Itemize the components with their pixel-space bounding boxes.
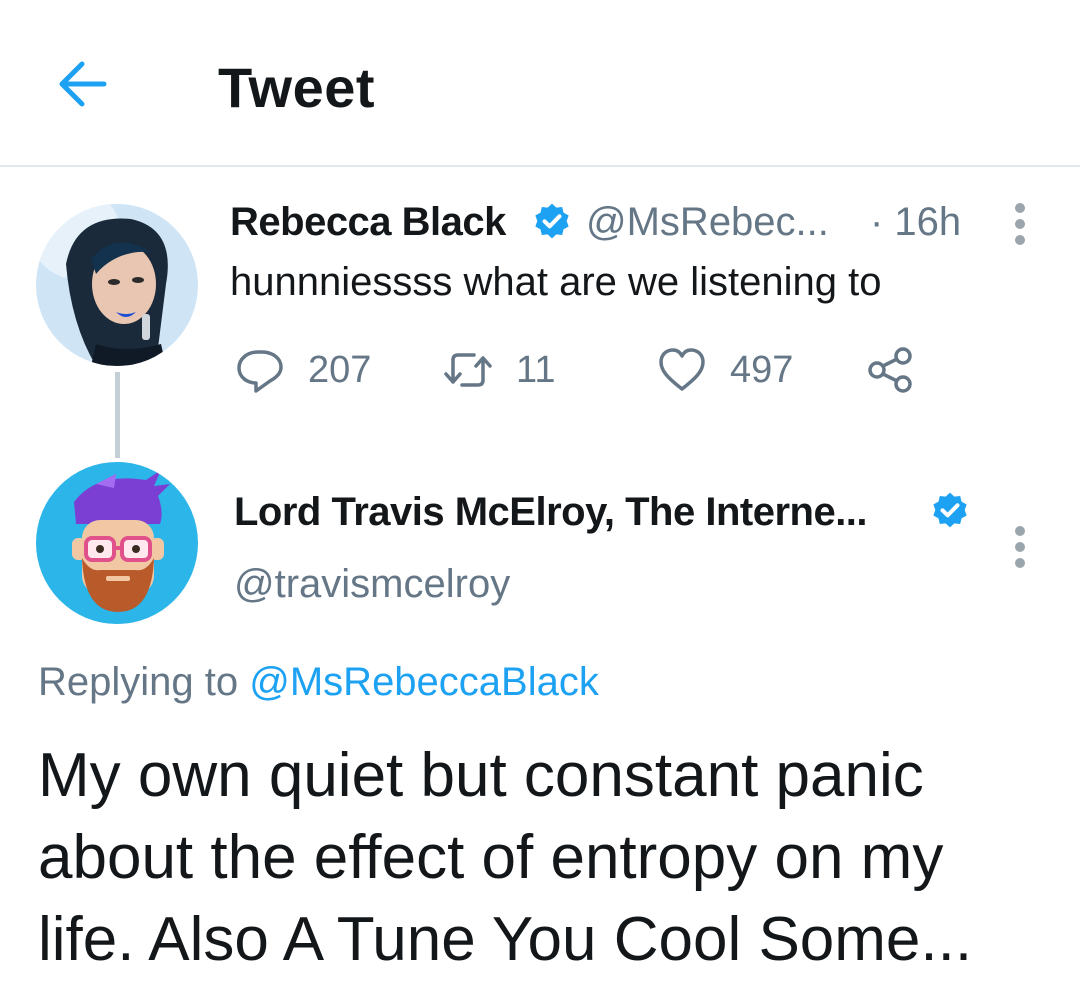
heart-icon — [659, 348, 705, 391]
reply-icon — [237, 350, 283, 393]
verified-badge-icon — [933, 492, 967, 528]
reply-tweet-text: My own quiet but constant panic about th… — [38, 741, 973, 974]
reply-count: 207 — [308, 348, 372, 391]
reply-author-name[interactable]: Lord Travis McElroy, The Interne... — [234, 490, 868, 535]
more-dots-icon — [1015, 203, 1025, 213]
more-dots-icon — [1015, 526, 1025, 536]
author-name[interactable]: Rebecca Black — [230, 200, 506, 245]
thread-connector-line — [115, 372, 120, 458]
replying-to-line: Replying to @MsRebeccaBlack — [38, 660, 599, 705]
tweet-timestamp[interactable]: · 16h — [870, 200, 961, 245]
replying-to-label: Replying to — [38, 660, 239, 704]
arrow-left-icon — [59, 61, 107, 107]
avatar-travis-mcelroy[interactable] — [36, 462, 198, 624]
retweet-icon — [444, 353, 492, 387]
reply-more-options-button[interactable] — [1010, 524, 1030, 570]
reply-button[interactable]: 207 — [234, 344, 371, 396]
reply-author-handle[interactable]: @travismcelroy — [234, 562, 510, 607]
back-button[interactable] — [52, 56, 116, 112]
top-bar: Tweet — [0, 0, 1080, 167]
tweet-text: hunnniessss what are we listening to — [230, 260, 882, 304]
share-icon — [868, 347, 912, 393]
replying-to-mention[interactable]: @MsRebeccaBlack — [249, 660, 599, 704]
more-options-button[interactable] — [1010, 201, 1030, 247]
like-button[interactable]: 497 — [656, 344, 793, 396]
page-title: Tweet — [218, 56, 376, 119]
avatar-rebecca-black[interactable] — [36, 204, 198, 366]
author-handle[interactable]: @MsRebec... — [586, 200, 829, 245]
share-button[interactable] — [866, 344, 916, 396]
verified-badge-icon — [535, 203, 569, 239]
like-count: 497 — [730, 348, 794, 391]
retweet-button[interactable]: 11 — [440, 344, 555, 396]
retweet-count: 11 — [516, 348, 556, 391]
